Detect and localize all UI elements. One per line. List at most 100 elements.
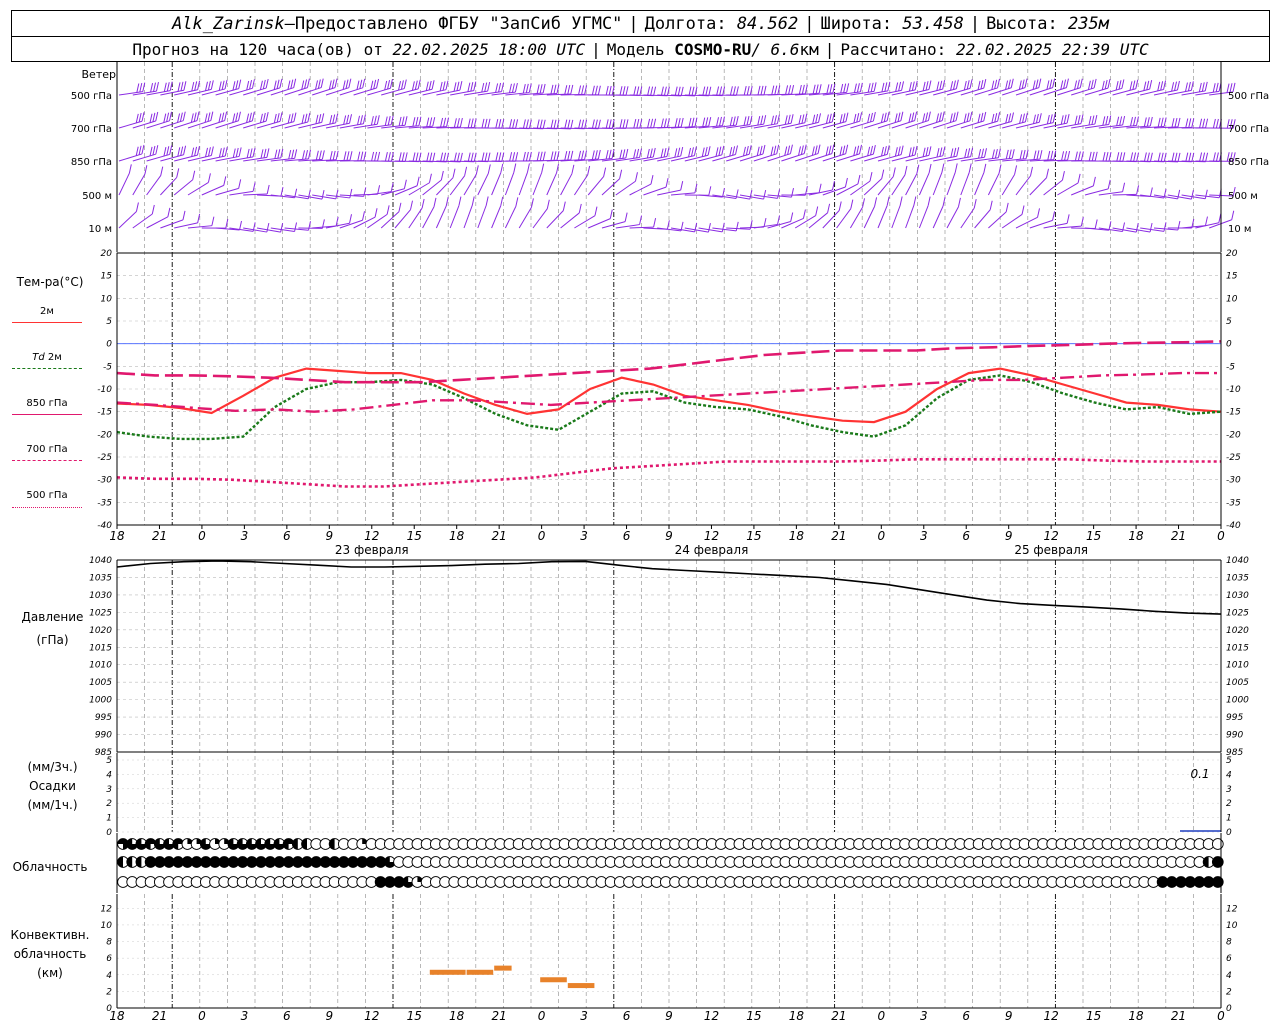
wind-feather-0-60-0 bbox=[969, 79, 973, 89]
conv-ytick-right-4: 4 bbox=[1226, 971, 1232, 981]
press-ytick-right-9: 995 bbox=[1226, 713, 1243, 723]
wind-feather-4-37-0 bbox=[653, 218, 657, 228]
wind-feather-2-55-0 bbox=[900, 145, 904, 155]
wind-feather-3-6-0 bbox=[223, 176, 227, 186]
wind-feather-0-21-1 bbox=[428, 80, 432, 91]
conv-ytick-left-0: 12 bbox=[101, 904, 113, 914]
wind-feather-2-68-2 bbox=[1074, 151, 1078, 161]
wind-feather-4-56-0 bbox=[899, 196, 903, 206]
wind-barb-4-22 bbox=[422, 206, 435, 229]
wind-feather-2-40-0 bbox=[693, 146, 697, 156]
wind-feather-4-35-0 bbox=[624, 212, 628, 222]
wind-feather-2-41-2 bbox=[701, 147, 705, 157]
wind-feather-1-11-0 bbox=[293, 112, 297, 122]
wind-feather-2-46-1 bbox=[773, 145, 777, 155]
temp-ytick-left-11: -35 bbox=[97, 498, 112, 508]
wind-feather-2-61-0 bbox=[984, 148, 987, 158]
wind-feather-0-59-0 bbox=[955, 79, 959, 89]
wind-feather-4-11-0 bbox=[294, 222, 298, 232]
wind-feather-2-47-0 bbox=[789, 144, 793, 154]
wind-feather-1-76-1 bbox=[1188, 118, 1192, 128]
wind-feather-0-71-1 bbox=[1118, 80, 1122, 90]
wind-feather-1-16-1 bbox=[359, 115, 363, 125]
wind-feather-2-4-1 bbox=[194, 146, 198, 156]
wind-feather-0-44-2 bbox=[743, 86, 747, 96]
hour-label-bottom-21: 9 bbox=[1005, 1009, 1013, 1023]
wind-barb-3-31 bbox=[546, 172, 557, 196]
temp-ytick-left-8: -20 bbox=[97, 430, 112, 440]
wind-feather-1-57-0 bbox=[927, 111, 931, 121]
wind-feather-0-36-2 bbox=[633, 86, 637, 96]
wind-feather-0-47-1 bbox=[788, 85, 792, 95]
wind-feather-3-3-0 bbox=[176, 168, 180, 178]
wind-feather-1-1-0 bbox=[155, 111, 159, 122]
wind-feather-4-63-0 bbox=[1005, 202, 1009, 213]
wind-feather-2-34-1 bbox=[608, 149, 612, 159]
wind-feather-2-28-2 bbox=[522, 151, 526, 162]
hour-label-top-10: 0 bbox=[538, 529, 546, 543]
wind-feather-0-78-1 bbox=[1215, 82, 1219, 92]
wind-feather-1-69-2 bbox=[1088, 115, 1092, 126]
wind-feather-1-45-1 bbox=[760, 115, 764, 125]
wind-feather-3-1-0 bbox=[144, 165, 148, 175]
wind-feather-0-37-1 bbox=[650, 86, 654, 96]
wind-feather-0-31-2 bbox=[564, 85, 568, 95]
wind-feather-1-9-1 bbox=[262, 112, 266, 123]
wind-feather-0-32-1 bbox=[581, 85, 585, 95]
wind-feather-2-21-2 bbox=[426, 152, 430, 162]
wind-feather-0-14-2 bbox=[328, 80, 332, 90]
wind-feather-0-58-2 bbox=[936, 81, 940, 91]
wind-barb-3-59 bbox=[932, 172, 943, 196]
wind-feather-2-35-1 bbox=[622, 149, 626, 159]
hour-label-bottom-14: 12 bbox=[704, 1009, 719, 1023]
wind-feather-0-6-2 bbox=[218, 81, 222, 91]
wind-feather-1-3-0 bbox=[182, 111, 186, 121]
wind-feather-0-69-1 bbox=[1090, 79, 1094, 89]
temp-ytick-right-0: 20 bbox=[1226, 249, 1238, 259]
wind-feather-1-26-2 bbox=[495, 118, 499, 129]
wind-feather-1-56-1 bbox=[911, 112, 915, 122]
wind-feather-0-28-1 bbox=[525, 83, 529, 93]
wind-feather-3-35-0 bbox=[619, 169, 623, 179]
press-ytick-right-10: 990 bbox=[1226, 731, 1243, 741]
wind-feather-0-11-1 bbox=[290, 79, 294, 89]
hour-label-bottom-11: 3 bbox=[580, 1009, 588, 1023]
wind-feather-1-4-2 bbox=[190, 113, 194, 123]
temp-ytick-left-1: 15 bbox=[101, 272, 113, 282]
wind-feather-1-28-2 bbox=[522, 119, 526, 129]
wind-feather-0-37-0 bbox=[653, 86, 657, 96]
wind-feather-0-62-2 bbox=[991, 80, 995, 90]
wind-feather-2-17-1 bbox=[374, 151, 378, 162]
wind-feather-2-54-1 bbox=[883, 146, 887, 156]
wind-barb-3-60 bbox=[946, 172, 956, 196]
wind-feather-3-30-0 bbox=[541, 163, 545, 173]
wind-feather-0-66-1 bbox=[1049, 79, 1053, 89]
cloud-high-119 bbox=[1211, 838, 1224, 850]
day-label-0: 23 февраля bbox=[335, 543, 409, 557]
wind-feather-2-57-2 bbox=[922, 147, 926, 157]
wind-barb-0-54 bbox=[864, 90, 888, 96]
conv-ytick-left-1: 10 bbox=[101, 921, 113, 931]
hour-label-top-1: 21 bbox=[152, 529, 167, 543]
wind-feather-1-76-2 bbox=[1185, 118, 1189, 128]
day-label-2: 25 февраля bbox=[1014, 543, 1088, 557]
wind-feather-1-75-0 bbox=[1177, 117, 1181, 128]
wind-feather-0-77-1 bbox=[1201, 82, 1205, 92]
wind-feather-1-42-2 bbox=[716, 117, 720, 127]
wind-feather-4-28-0 bbox=[515, 197, 519, 207]
wind-feather-0-69-2 bbox=[1087, 80, 1091, 90]
cloud-middle-119 bbox=[1211, 856, 1224, 868]
wind-feather-2-67-2 bbox=[1061, 151, 1065, 161]
wind-feather-0-22-1 bbox=[442, 81, 446, 91]
wind-barb-3-0 bbox=[118, 173, 130, 196]
wind-barb-3-30 bbox=[532, 172, 543, 196]
hour-label-top-7: 15 bbox=[407, 529, 422, 543]
wind-feather-3-29-0 bbox=[526, 163, 530, 173]
press-ytick-right-4: 1020 bbox=[1226, 626, 1249, 636]
hour-label-bottom-25: 21 bbox=[1171, 1009, 1186, 1023]
day-label-1: 24 февраля bbox=[675, 543, 749, 557]
wind-feather-1-43-2 bbox=[729, 116, 733, 126]
wind-feather-1-60-2 bbox=[963, 113, 967, 123]
wind-feather-1-30-2 bbox=[550, 119, 554, 129]
wind-feather-1-67-2 bbox=[1060, 115, 1064, 125]
